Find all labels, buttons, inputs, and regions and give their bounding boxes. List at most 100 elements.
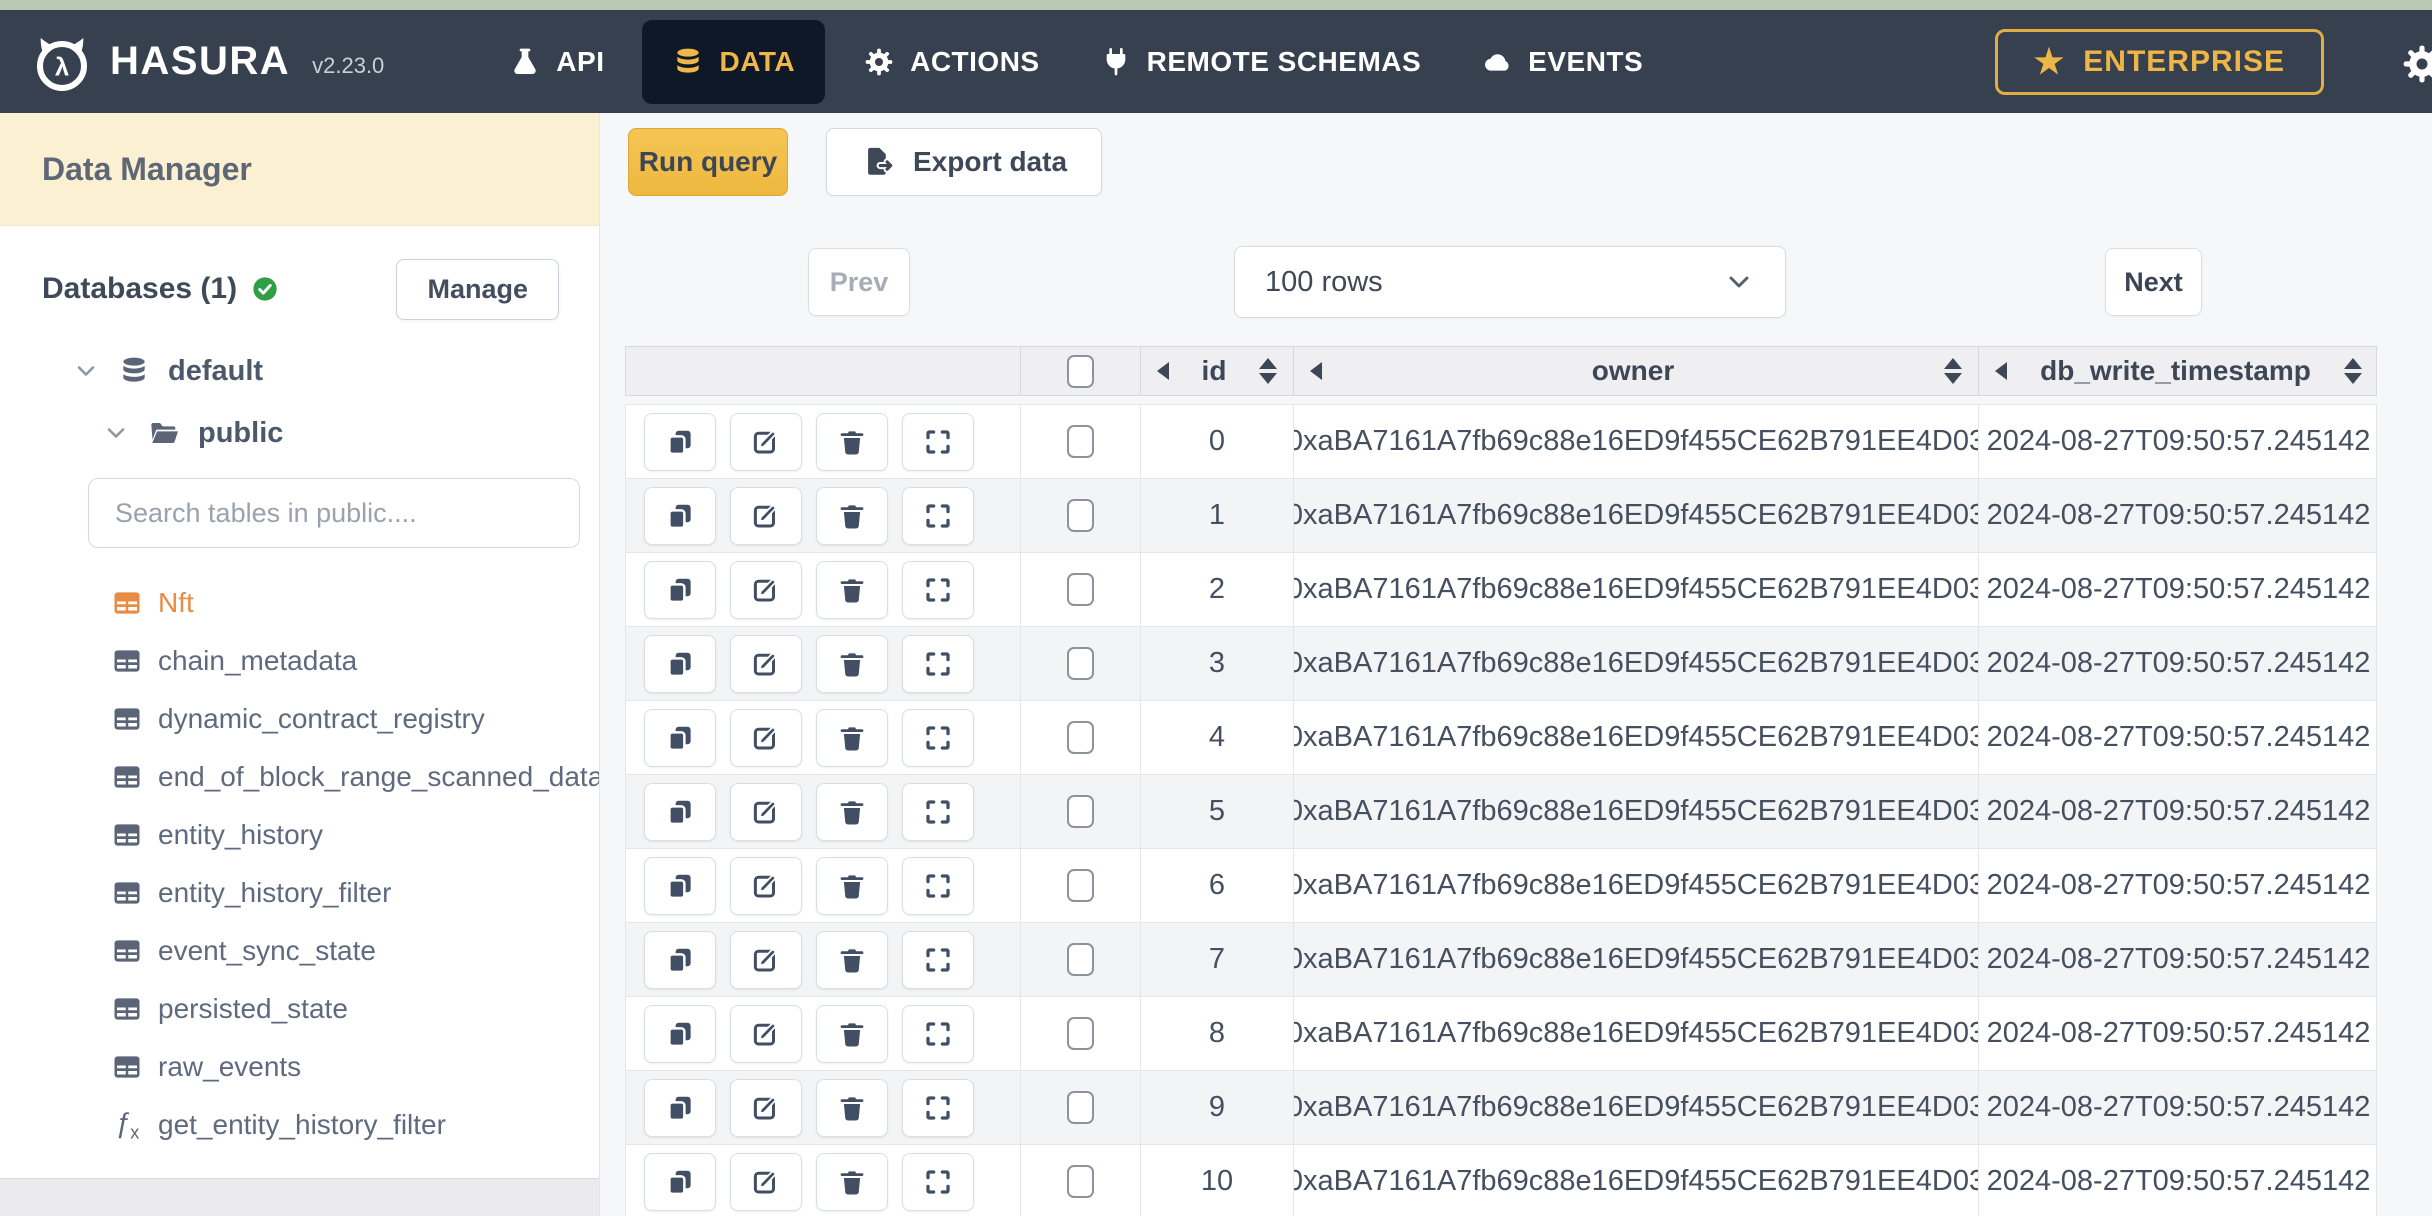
collapse-column-icon[interactable]	[1157, 362, 1169, 380]
row-checkbox[interactable]	[1067, 1165, 1094, 1198]
header-id-cell[interactable]: id	[1141, 347, 1294, 395]
clone-row-button[interactable]	[644, 634, 716, 693]
edit-row-button[interactable]	[730, 634, 802, 693]
delete-row-button[interactable]	[816, 1152, 888, 1211]
nav-item-events[interactable]: EVENTS	[1451, 20, 1673, 104]
delete-row-button[interactable]	[816, 782, 888, 841]
row-checkbox[interactable]	[1067, 795, 1094, 828]
expand-row-button[interactable]	[902, 412, 974, 471]
delete-row-button[interactable]	[816, 1004, 888, 1063]
row-checkbox[interactable]	[1067, 721, 1094, 754]
expand-row-button[interactable]	[902, 1078, 974, 1137]
clone-row-button[interactable]	[644, 782, 716, 841]
expand-row-button[interactable]	[902, 782, 974, 841]
clone-row-button[interactable]	[644, 856, 716, 915]
sort-icon[interactable]	[1944, 358, 1962, 384]
rows-per-page-select[interactable]: 100 rows	[1234, 246, 1786, 318]
trash-icon	[837, 723, 867, 753]
sidebar-table-item[interactable]: entity_history	[0, 806, 599, 864]
row-checkbox[interactable]	[1067, 499, 1094, 532]
clone-row-button[interactable]	[644, 1078, 716, 1137]
delete-row-button[interactable]	[816, 1078, 888, 1137]
settings-gear-icon[interactable]	[2400, 42, 2432, 86]
sidebar-function-item[interactable]: ƒx get_entity_history_filter	[0, 1096, 599, 1154]
expand-row-button[interactable]	[902, 856, 974, 915]
enterprise-button[interactable]: ★ ENTERPRISE	[1994, 28, 2324, 95]
delete-row-button[interactable]	[816, 856, 888, 915]
clone-row-button[interactable]	[644, 930, 716, 989]
nav-item-remote-schemas[interactable]: REMOTE SCHEMAS	[1070, 20, 1452, 104]
clone-row-button[interactable]	[644, 560, 716, 619]
sidebar-table-item[interactable]: event_sync_state	[0, 922, 599, 980]
header-owner-cell[interactable]: owner	[1294, 347, 1979, 395]
delete-row-button[interactable]	[816, 486, 888, 545]
expand-row-button[interactable]	[902, 634, 974, 693]
nav-item-data[interactable]: DATA	[642, 19, 826, 104]
row-checkbox[interactable]	[1067, 869, 1094, 902]
export-data-button[interactable]: Export data	[826, 128, 1103, 196]
sidebar-table-item[interactable]: Nft	[0, 574, 599, 632]
sidebar-table-item[interactable]: raw_events	[0, 1038, 599, 1096]
row-checkbox[interactable]	[1067, 425, 1094, 458]
delete-row-button[interactable]	[816, 634, 888, 693]
edit-row-button[interactable]	[730, 1152, 802, 1211]
row-select-cell	[1021, 997, 1141, 1070]
select-all-checkbox[interactable]	[1067, 354, 1094, 388]
clone-row-button[interactable]	[644, 412, 716, 471]
sidebar-table-item[interactable]: dynamic_contract_registry	[0, 690, 599, 748]
row-checkbox[interactable]	[1067, 573, 1094, 606]
expand-row-button[interactable]	[902, 1152, 974, 1211]
run-query-button[interactable]: Run query	[628, 128, 788, 196]
nav-item-api[interactable]: API	[479, 20, 634, 104]
expand-row-button[interactable]	[902, 486, 974, 545]
sort-icon[interactable]	[2344, 358, 2362, 384]
edit-row-button[interactable]	[730, 708, 802, 767]
table-body: 0 0xaBA7161A7fb69c88e16ED9f455CE62B791EE…	[625, 404, 2377, 1216]
expand-icon	[923, 501, 953, 531]
edit-row-button[interactable]	[730, 856, 802, 915]
tree-node-database[interactable]: default	[0, 340, 599, 402]
delete-row-button[interactable]	[816, 560, 888, 619]
sidebar-scrollbar-track[interactable]	[0, 1178, 599, 1216]
collapse-column-icon[interactable]	[1310, 362, 1322, 380]
chevron-down-icon[interactable]	[72, 357, 100, 385]
delete-row-button[interactable]	[816, 412, 888, 471]
clone-row-button[interactable]	[644, 1004, 716, 1063]
sidebar-table-item[interactable]: entity_history_filter	[0, 864, 599, 922]
delete-row-button[interactable]	[816, 708, 888, 767]
delete-row-button[interactable]	[816, 930, 888, 989]
sort-icon[interactable]	[1258, 358, 1277, 384]
clone-row-button[interactable]	[644, 1152, 716, 1211]
sidebar-table-item[interactable]: chain_metadata	[0, 632, 599, 690]
search-tables-input[interactable]	[88, 478, 580, 548]
nav-item-actions[interactable]: ACTIONS	[833, 20, 1070, 104]
expand-row-button[interactable]	[902, 930, 974, 989]
cell-owner: 0xaBA7161A7fb69c88e16ED9f455CE62B791EE4D…	[1294, 553, 1979, 626]
header-db-write-timestamp-cell[interactable]: db_write_timestamp	[1979, 347, 2378, 395]
edit-row-button[interactable]	[730, 782, 802, 841]
manage-button[interactable]: Manage	[396, 258, 559, 320]
expand-row-button[interactable]	[902, 708, 974, 767]
edit-row-button[interactable]	[730, 486, 802, 545]
row-checkbox[interactable]	[1067, 943, 1094, 976]
edit-row-button[interactable]	[730, 560, 802, 619]
expand-row-button[interactable]	[902, 560, 974, 619]
sidebar-table-item[interactable]: persisted_state	[0, 980, 599, 1038]
clone-row-button[interactable]	[644, 486, 716, 545]
row-checkbox[interactable]	[1067, 1017, 1094, 1050]
next-page-button[interactable]: Next	[2105, 248, 2202, 316]
edit-row-button[interactable]	[730, 412, 802, 471]
expand-row-button[interactable]	[902, 1004, 974, 1063]
row-actions-cell	[626, 553, 1021, 626]
collapse-column-icon[interactable]	[1995, 362, 2007, 380]
chevron-down-icon[interactable]	[102, 419, 130, 447]
edit-row-button[interactable]	[730, 1078, 802, 1137]
row-checkbox[interactable]	[1067, 1091, 1094, 1124]
clone-row-button[interactable]	[644, 708, 716, 767]
sidebar-table-item[interactable]: end_of_block_range_scanned_data	[0, 748, 599, 806]
tree-node-schema[interactable]: public	[0, 402, 599, 464]
edit-row-button[interactable]	[730, 930, 802, 989]
row-checkbox[interactable]	[1067, 647, 1094, 680]
edit-row-button[interactable]	[730, 1004, 802, 1063]
prev-page-button[interactable]: Prev	[808, 248, 910, 316]
